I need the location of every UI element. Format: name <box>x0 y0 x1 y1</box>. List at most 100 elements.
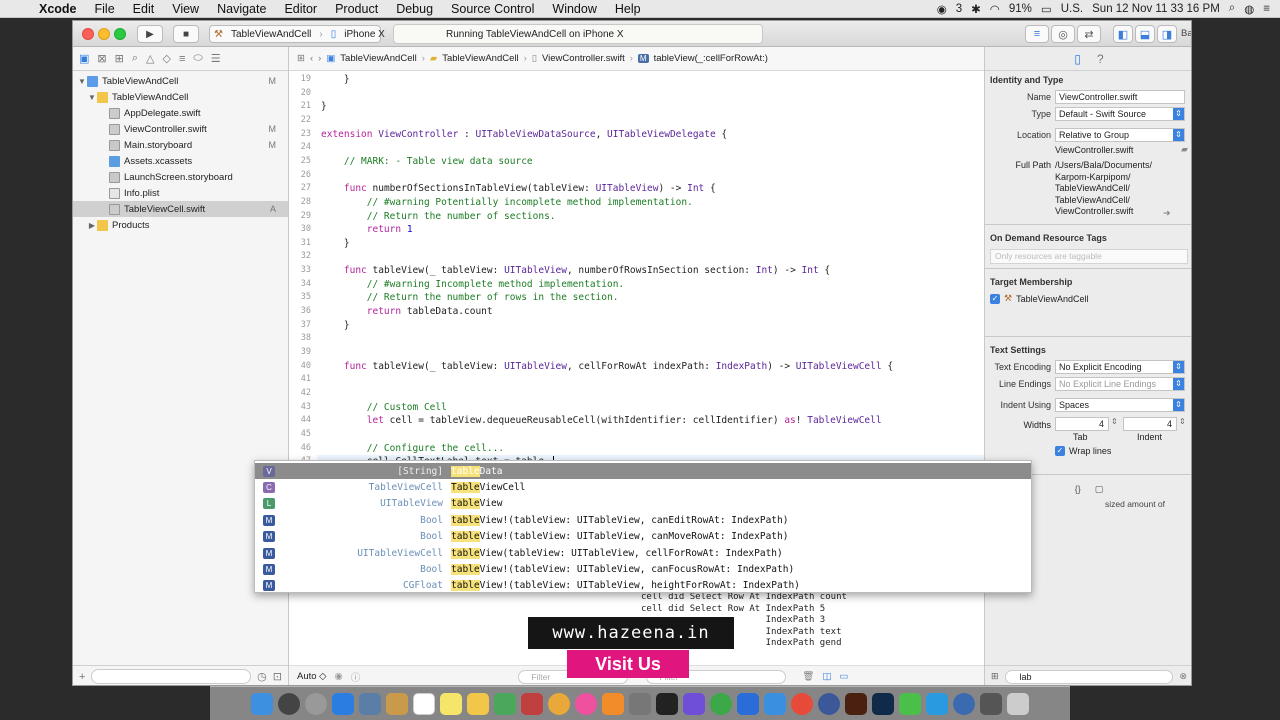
menu-view[interactable]: View <box>163 2 208 16</box>
run-button[interactable]: ▶ <box>137 25 163 43</box>
calendar-icon[interactable] <box>413 692 435 715</box>
tree-item-file[interactable]: Main.storyboard M <box>73 137 288 153</box>
illustrator-icon[interactable] <box>845 692 867 715</box>
notes-folder-icon[interactable] <box>386 692 408 715</box>
zoom-window-button[interactable] <box>114 28 126 40</box>
menu-window[interactable]: Window <box>543 2 605 16</box>
completion-item[interactable]: M Bool tableView!(tableView: UITableView, … <box>255 561 1031 577</box>
visual-studio-icon[interactable] <box>683 692 705 715</box>
completion-item[interactable]: M CGFloat tableView!(tableView: UITableVie… <box>255 578 1031 594</box>
snippet-icon[interactable]: {} <box>1075 484 1081 494</box>
odr-tags-field[interactable]: Only resources are taggable <box>990 249 1188 264</box>
jump-project[interactable]: TableViewAndCell <box>340 53 416 64</box>
menu-editor[interactable]: Editor <box>275 2 326 16</box>
variables-scope-select[interactable]: Auto ◇ <box>297 671 327 682</box>
name-field[interactable]: ViewController.swift <box>1055 90 1185 104</box>
jump-file[interactable]: ViewController.swift <box>542 53 625 64</box>
finder-icon[interactable] <box>251 692 273 715</box>
toggle-navigator-button[interactable]: ◧ <box>1113 25 1133 43</box>
menu-list-icon[interactable]: ≡ <box>1263 3 1270 15</box>
system-preferences-icon[interactable] <box>629 692 651 715</box>
back-arrow-icon[interactable]: ‹ <box>310 53 313 64</box>
tree-item-group[interactable]: ▶ Products <box>73 217 288 233</box>
library-search-input[interactable]: lab <box>1004 669 1174 684</box>
tree-item-file[interactable]: ViewController.swift M <box>73 121 288 137</box>
tree-item-file[interactable]: LaunchScreen.storyboard <box>73 169 288 185</box>
find-icon[interactable]: ⌕ <box>132 52 138 65</box>
scheme-selector[interactable]: ⚒ TableViewAndCell › ▯ iPhone X <box>209 25 385 43</box>
photoshop-icon[interactable] <box>872 692 894 715</box>
user-icon[interactable]: ◍ <box>1244 2 1254 16</box>
tree-item-file[interactable]: AppDelegate.swift <box>73 105 288 121</box>
file-inspector-icon[interactable]: ▯ <box>1074 52 1081 66</box>
breakpoint-icon[interactable]: ⬭ <box>193 52 202 65</box>
completion-item[interactable]: L UITableView tableView <box>255 496 1031 512</box>
input-source[interactable]: U.S. <box>1061 3 1083 15</box>
jump-group[interactable]: TableViewAndCell <box>442 53 518 64</box>
completion-item[interactable]: M UITableViewCell tableView(tableView: UIT… <box>255 545 1031 561</box>
battery-level[interactable]: 91% <box>1009 3 1032 15</box>
media-icon[interactable]: ▢ <box>1095 484 1104 495</box>
search-icon[interactable]: ⌕ <box>1229 2 1235 15</box>
folder-icon[interactable]: ▣ <box>79 52 89 65</box>
disclosure-open-icon[interactable]: ▼ <box>77 77 87 86</box>
record-icon[interactable]: ◉ <box>937 2 947 16</box>
menu-source-control[interactable]: Source Control <box>442 2 543 16</box>
recent-icon[interactable]: ◷ <box>257 670 267 683</box>
trash-icon[interactable]: 🗑 <box>802 671 814 682</box>
minimize-window-button[interactable] <box>98 28 110 40</box>
symbol-icon[interactable]: ⊞ <box>115 52 124 65</box>
menu-debug[interactable]: Debug <box>387 2 442 16</box>
stickies-icon[interactable] <box>467 692 489 715</box>
scm-filter-icon[interactable]: ⊡ <box>273 670 282 683</box>
checkbox-checked-icon[interactable]: ✓ <box>990 293 1000 304</box>
editor-standard-button[interactable]: ≡ <box>1025 25 1049 43</box>
upwork-icon[interactable] <box>899 692 921 715</box>
safari-icon[interactable] <box>305 692 327 715</box>
vlc-icon[interactable] <box>602 692 624 715</box>
tree-item-project[interactable]: ▼ TableViewAndCell M <box>73 73 288 89</box>
tree-item-group[interactable]: ▼ TableViewAndCell <box>73 89 288 105</box>
split-view-icon[interactable]: ◫ <box>822 671 831 682</box>
issue-icon[interactable]: △ <box>146 52 154 65</box>
folder-icon[interactable]: ▰ <box>1181 144 1188 155</box>
facebook-icon[interactable] <box>818 692 840 715</box>
mail-icon[interactable] <box>764 692 786 715</box>
source-control-icon[interactable]: ⊠ <box>97 52 106 65</box>
eye-icon[interactable]: ◉ <box>335 671 343 682</box>
menu-edit[interactable]: Edit <box>124 2 164 16</box>
photo-booth-icon[interactable] <box>521 692 543 715</box>
toggle-inspector-button[interactable]: ◨ <box>1157 25 1177 43</box>
notification-badge[interactable]: 3 <box>956 3 962 15</box>
menu-navigate[interactable]: Navigate <box>208 2 275 16</box>
tab-width-field[interactable]: 4 <box>1055 417 1109 431</box>
launchpad-icon[interactable] <box>278 692 300 715</box>
menu-help[interactable]: Help <box>606 2 650 16</box>
terminal-icon[interactable] <box>656 692 678 715</box>
menu-file[interactable]: File <box>86 2 124 16</box>
cleaner-icon[interactable] <box>710 692 732 715</box>
numbers-icon[interactable] <box>494 692 516 715</box>
completion-item[interactable]: M Bool tableView!(tableView: UITableView, … <box>255 529 1031 545</box>
menu-xcode[interactable]: Xcode <box>30 2 86 16</box>
location-select[interactable]: Relative to Group <box>1055 128 1185 142</box>
line-endings-select[interactable]: No Explicit Line Endings <box>1055 377 1185 391</box>
editor-assistant-button[interactable]: ◎ <box>1051 25 1075 43</box>
chrome-icon[interactable] <box>791 692 813 715</box>
indent-width-field[interactable]: 4 <box>1123 417 1177 431</box>
browser-icon[interactable] <box>953 692 975 715</box>
reveal-arrow-icon[interactable]: ➜ <box>1163 208 1171 219</box>
quick-help-icon[interactable]: ? <box>1097 52 1104 66</box>
disclosure-open-icon[interactable]: ▼ <box>87 93 97 102</box>
wifi-icon[interactable]: ◠ <box>990 2 1000 16</box>
toggle-debug-area-button[interactable]: ⬓ <box>1135 25 1155 43</box>
close-window-button[interactable] <box>82 28 94 40</box>
report-icon[interactable]: ☰ <box>211 52 221 65</box>
menu-product[interactable]: Product <box>326 2 387 16</box>
editor-version-button[interactable]: ⇄ <box>1077 25 1101 43</box>
navigator-filter-input[interactable] <box>91 669 252 684</box>
visit-us-button[interactable]: Visit Us <box>567 650 689 678</box>
info-icon[interactable]: ⓘ <box>351 670 361 684</box>
itunes-icon[interactable] <box>575 692 597 715</box>
console-view-icon[interactable]: ▭ <box>839 671 848 682</box>
